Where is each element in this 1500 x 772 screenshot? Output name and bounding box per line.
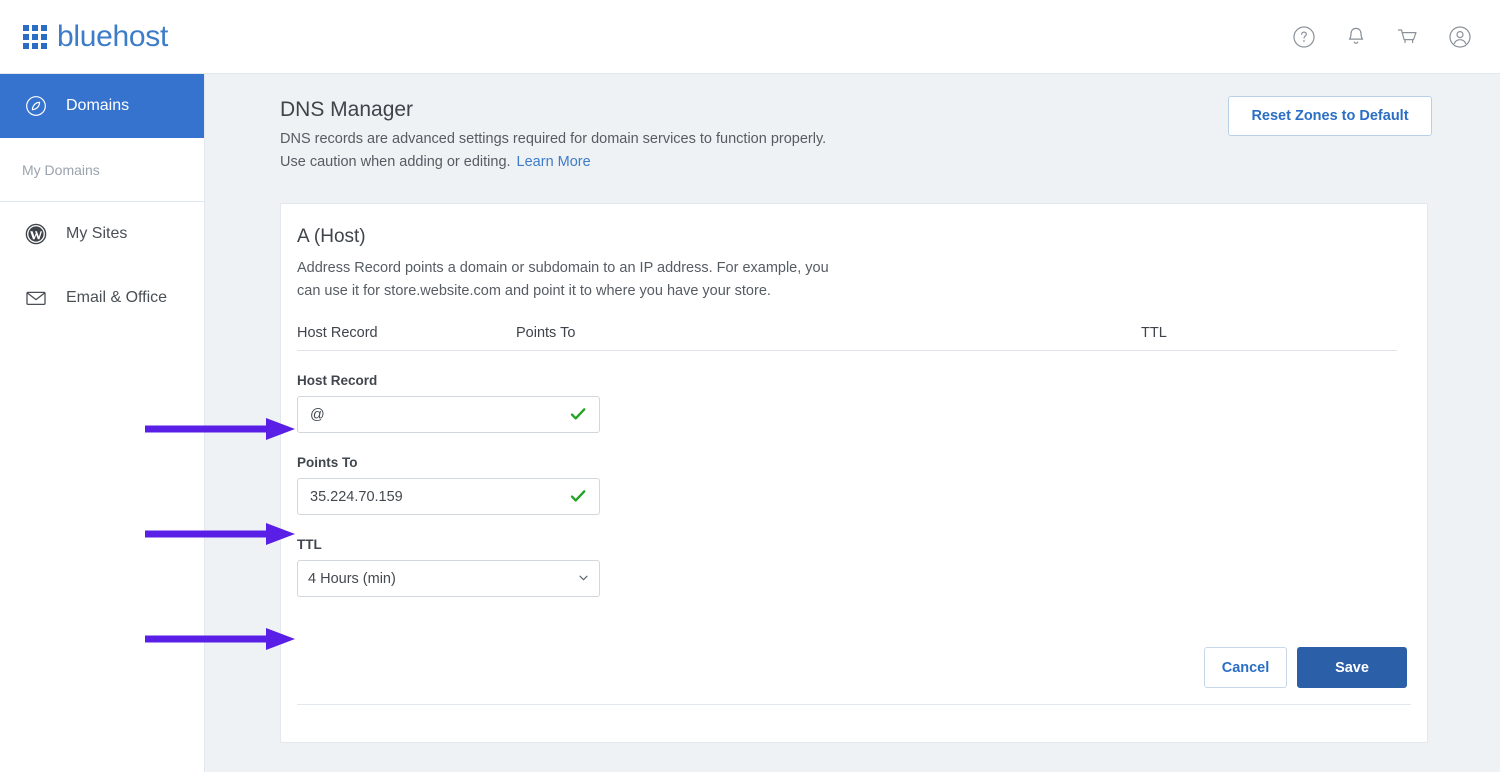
host-record-field: [297, 396, 600, 433]
envelope-icon: [22, 284, 50, 312]
card-footer: Cancel Save: [297, 634, 1411, 742]
column-header-points-to: Points To: [516, 325, 1141, 341]
sidebar-item-email-office[interactable]: Email & Office: [0, 266, 204, 330]
footer-divider: [297, 704, 1411, 705]
record-table-header: Host Record Points To TTL: [297, 325, 1397, 351]
record-type-title: A (Host): [297, 226, 1397, 248]
footer-actions: Cancel Save: [1204, 647, 1407, 688]
learn-more-link[interactable]: Learn More: [517, 154, 591, 170]
arrow-to-host-record: [145, 414, 295, 444]
reset-zones-button[interactable]: Reset Zones to Default: [1228, 96, 1432, 136]
host-record-label: Host Record: [297, 373, 1397, 388]
cancel-button[interactable]: Cancel: [1204, 647, 1287, 688]
help-icon[interactable]: [1290, 23, 1318, 51]
brand-logo[interactable]: bluehost: [23, 20, 168, 54]
sidebar-item-domains[interactable]: Domains: [0, 74, 204, 138]
grid-logo-icon: [23, 25, 47, 49]
wordpress-icon: [22, 220, 50, 248]
points-to-input[interactable]: [297, 478, 600, 515]
page-description: DNS records are advanced settings requir…: [280, 128, 845, 174]
page-header: DNS Manager DNS records are advanced set…: [206, 74, 1500, 174]
top-bar-actions: [1290, 0, 1474, 74]
a-host-record-card: A (Host) Address Record points a domain …: [280, 203, 1428, 743]
ttl-label: TTL: [297, 537, 1397, 552]
points-to-label: Points To: [297, 455, 1397, 470]
brand-name: bluehost: [57, 20, 168, 54]
column-header-host-record: Host Record: [297, 325, 516, 341]
record-type-description: Address Record points a domain or subdom…: [297, 257, 832, 303]
save-button[interactable]: Save: [1297, 647, 1407, 688]
top-bar: bluehost: [0, 0, 1500, 74]
arrow-to-ttl: [145, 624, 295, 654]
points-to-field: [297, 478, 600, 515]
host-record-input[interactable]: [297, 396, 600, 433]
cart-icon[interactable]: [1394, 23, 1422, 51]
ttl-field: 4 Hours (min): [297, 560, 600, 597]
sidebar-item-label: My Sites: [66, 225, 127, 243]
account-icon[interactable]: [1446, 23, 1474, 51]
sidebar-subitem-label: My Domains: [22, 162, 100, 178]
notifications-bell-icon[interactable]: [1342, 23, 1370, 51]
arrow-to-points-to: [145, 519, 295, 549]
sidebar-item-label: Email & Office: [66, 289, 167, 307]
main-content: DNS Manager DNS records are advanced set…: [206, 74, 1500, 772]
sidebar-item-my-domains[interactable]: My Domains: [0, 138, 204, 202]
compass-icon: [22, 92, 50, 120]
sidebar-item-label: Domains: [66, 97, 129, 115]
sidebar-item-my-sites[interactable]: My Sites: [0, 202, 204, 266]
ttl-select[interactable]: 4 Hours (min): [297, 560, 600, 597]
column-header-ttl: TTL: [1141, 325, 1341, 341]
